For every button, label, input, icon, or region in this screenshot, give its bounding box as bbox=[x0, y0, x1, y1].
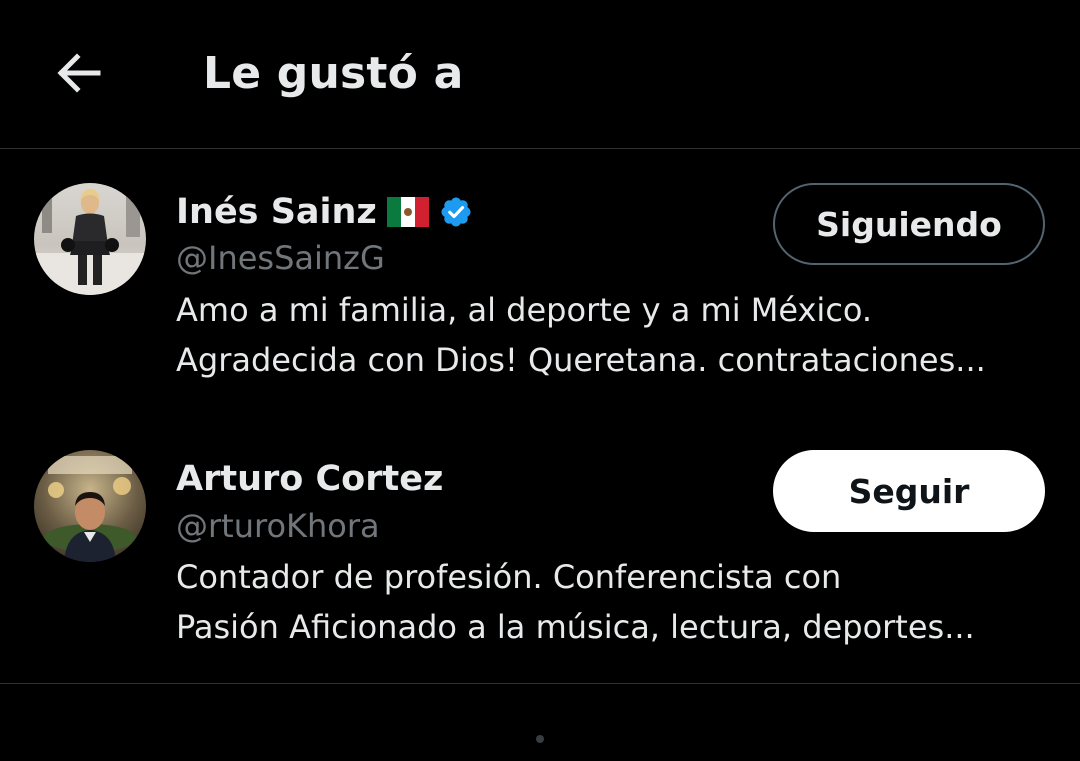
user-cell[interactable]: Arturo Cortez @rturoKhora Contador de pr… bbox=[0, 430, 1080, 683]
divider bbox=[0, 683, 1080, 684]
user-bio: Contador de profesión. Conferencista con… bbox=[176, 552, 1056, 652]
user-avatar[interactable] bbox=[34, 183, 146, 295]
user-cell[interactable]: Inés Sainz @InesSainzG Amo a mi familia,… bbox=[0, 160, 1080, 410]
top-app-bar: Le gustó a bbox=[0, 0, 1080, 149]
scroll-indicator bbox=[536, 735, 544, 743]
verified-badge-icon bbox=[441, 197, 471, 227]
user-avatar[interactable] bbox=[34, 450, 146, 562]
user-name: Inés Sainz bbox=[176, 192, 377, 232]
user-handle: @InesSainzG bbox=[176, 239, 385, 277]
page-title: Le gustó a bbox=[203, 48, 464, 99]
following-button[interactable]: Siguiendo bbox=[773, 183, 1045, 265]
bio-line: Agradecida con Dios! Queretana. contrata… bbox=[176, 341, 986, 379]
bio-line: Contador de profesión. Conferencista con bbox=[176, 558, 842, 596]
user-bio: Amo a mi familia, al deporte y a mi Méxi… bbox=[176, 285, 1056, 385]
back-button[interactable] bbox=[50, 44, 108, 102]
bio-line: Amo a mi familia, al deporte y a mi Méxi… bbox=[176, 291, 873, 329]
user-name: Arturo Cortez bbox=[176, 459, 444, 499]
bio-line: Pasión Aficionado a la música, lectura, … bbox=[176, 608, 975, 646]
user-handle: @rturoKhora bbox=[176, 507, 380, 545]
mexico-flag-icon bbox=[386, 197, 429, 227]
arrow-left-icon bbox=[57, 53, 101, 93]
follow-button[interactable]: Seguir bbox=[773, 450, 1045, 532]
user-name-line: Inés Sainz bbox=[176, 191, 473, 233]
user-name-line: Arturo Cortez bbox=[176, 458, 443, 500]
